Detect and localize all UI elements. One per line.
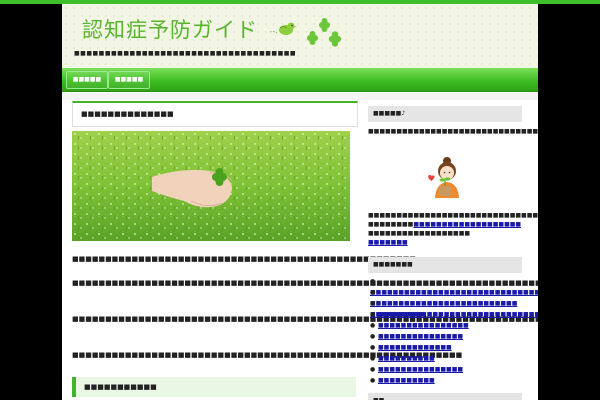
profile-link[interactable]: ■■■■■■■ (368, 238, 524, 247)
sidebar-link-item[interactable]: ● ■■■■■■■■ (370, 309, 524, 320)
list-bullet: ● (370, 333, 376, 340)
sidebar-link-item[interactable]: ● ■■■■■■■■■■ (370, 375, 524, 386)
list-bullet: ● (370, 300, 376, 307)
post-paragraph: ■■■■■■■■■■■■■■■■■■■■■■■■■■■■■■■■■■■■■■■■… (72, 351, 463, 359)
post-subheading: ■■■■■■■■■■■ (72, 377, 356, 397)
content-top-band (62, 93, 538, 100)
site-title[interactable]: 認知症予防ガイド (82, 14, 258, 44)
sidebar-link-item[interactable]: ● ■■■■■■■■■■■■■■■ (370, 364, 524, 375)
profile-line: ■■■■■■■■■■■■■■■■■■■■■■■■■■■ (368, 220, 524, 229)
sidebar-link-label: ■■■■■■■■■■ (378, 377, 435, 384)
post-paragraph: ■■■■■■■■■■■■■■■■■■■■■■■■■■■■■■■■■■■■■■■■… (72, 279, 538, 287)
list-bullet: ● (370, 377, 376, 384)
site-header: 認知症予防ガイド ■■■■■■■■■■■■■■■■■■■■■■■■■■■■■■■… (62, 4, 538, 68)
post-paragraph: ■■■■■■■■■■■■■■■■■■■■■■■■■■■■■■■■■■■■■■■■… (72, 315, 538, 323)
post-paragraph: ■■■■■■■■■■■■■■■■■■■■■■■■■■■■■■■■■■■■■■■■… (72, 255, 416, 263)
site-tagline: ■■■■■■■■■■■■■■■■■■■■■■■■■■■■■■■■■■■■ (74, 50, 297, 57)
post-title: ■■■■■■■■■■■■■■ (72, 101, 358, 127)
woman-with-plant-illustration (428, 157, 459, 198)
sidebar-link-label: ■■■■■■■■■■ (378, 355, 435, 362)
sidebar-link-label: ■■■■■■■■ (378, 311, 424, 318)
global-nav: ■■■■■ ■■■■■ (62, 68, 538, 92)
bird-icon (269, 22, 297, 35)
list-bullet: ● (370, 355, 376, 362)
article-list-title: ■■■■■■■ (368, 257, 522, 273)
sidebar-link-item[interactable]: ● ■■■■■■■■■■■■■ (370, 342, 524, 353)
sidebar-link-label: ■■■■■■■■■■■■■ (378, 344, 452, 351)
bottom-widget-title: ■■ (368, 393, 522, 400)
nav-item-sitemap[interactable]: ■■■■■ (108, 71, 150, 89)
sidebar-link-item[interactable]: ● ■■■■■■■■■■■■■■■■ (370, 320, 524, 331)
list-bullet: ● (370, 344, 376, 351)
clover-icon (307, 18, 342, 47)
profile-line: ■■■■■■■■■■■■■■■■■■ (368, 230, 471, 237)
profile-inline-link[interactable]: ■■■■■■■■■■■■■■■■■■■ (413, 221, 521, 228)
sidebar-link-item[interactable]: ● ■■■■■■■■■■■■■■■ (370, 331, 524, 342)
list-bullet: ● (370, 278, 376, 285)
list-bullet: ● (370, 322, 376, 329)
profile-line-text: ■■■■■■■■ (368, 221, 414, 228)
hero-photo (72, 131, 350, 241)
list-bullet: ● (370, 366, 376, 373)
sidebar-link-label: ■■■■■■■■■■■■■■■■ (378, 322, 469, 329)
profile-widget-title: ■■■■■♪ (368, 106, 522, 122)
hand-holding-clover-image (72, 131, 350, 241)
profile-line: ■■■■■■■■■■■■■■■■■■■■■■■■■■■■■■■ (368, 212, 538, 219)
page-container: 認知症予防ガイド ■■■■■■■■■■■■■■■■■■■■■■■■■■■■■■■… (62, 4, 538, 400)
nav-item-home[interactable]: ■■■■■ (66, 71, 108, 89)
list-bullet: ● (370, 311, 376, 318)
profile-text: ■■■■■■■■■■■■■■■■■■■■■■■■■■■■■■■■■■■■■■■■… (368, 128, 538, 135)
sidebar-link-item[interactable]: ● ■■■■■■■■■■ (370, 353, 524, 364)
list-bullet: ● (370, 289, 376, 296)
sidebar-link-label: ■■■■■■■■■■■■■■■ (378, 333, 464, 340)
sidebar-link-label: ■■■■■■■■■■■■■■■ (378, 366, 464, 373)
